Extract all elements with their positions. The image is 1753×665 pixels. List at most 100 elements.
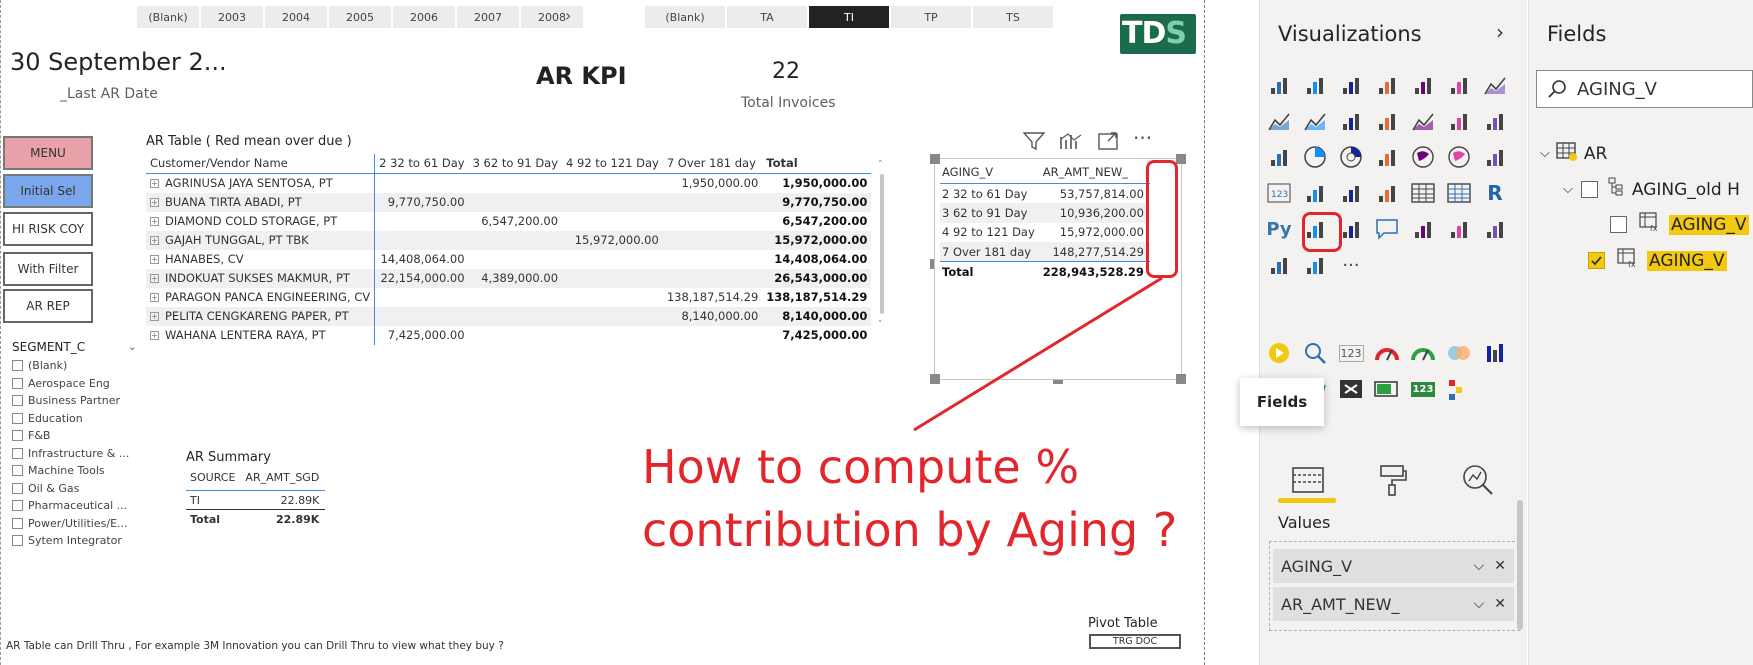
table-row[interactable]: + AGRINUSA JAYA SENTOSA, PT 1,950,000.00 1,… xyxy=(146,173,871,193)
table-icon[interactable] xyxy=(1410,180,1436,206)
tooltip-hidden-icon[interactable] xyxy=(1482,340,1508,366)
waterfall-icon[interactable] xyxy=(1446,108,1472,134)
table-row[interactable]: + HANABES, CV 14,408,064.00 14,408,064.00 xyxy=(146,249,871,269)
segment-option[interactable]: Sytem Integrator xyxy=(12,532,137,550)
fields-tab-icon[interactable] xyxy=(1278,456,1338,504)
checkbox[interactable] xyxy=(12,377,23,389)
hi-risk-coy-button[interactable]: HI RISK COY xyxy=(3,212,93,246)
table-row[interactable]: + DIAMOND COLD STORAGE, PT 6,547,200.00 6,5… xyxy=(146,211,871,231)
column-header[interactable]: AR_AMT_NEW_ xyxy=(1040,165,1150,184)
segment-chip[interactable]: (Blank) xyxy=(645,6,725,28)
get-more-visuals-icon[interactable] xyxy=(1302,252,1328,278)
checkbox[interactable] xyxy=(12,535,23,547)
analytics-magnifier-icon[interactable] xyxy=(1448,456,1508,504)
chevron-down-icon[interactable]: ⌵ xyxy=(1474,596,1485,612)
toggle-icon[interactable] xyxy=(1446,340,1472,366)
clustered-column-icon[interactable] xyxy=(1374,72,1400,98)
segment-option[interactable]: Education xyxy=(12,410,137,428)
tree-field-checked[interactable]: fx AGING_V xyxy=(1588,248,1727,273)
100-column-icon[interactable] xyxy=(1446,72,1472,98)
segment-option[interactable]: Business Partner xyxy=(12,392,137,410)
qa-icon[interactable] xyxy=(1374,216,1400,242)
power-apps-icon[interactable] xyxy=(1482,216,1508,242)
table-row[interactable]: + PARAGON PANCA ENGINEERING, CV 138,187,51… xyxy=(146,287,871,307)
expand-icon[interactable]: + xyxy=(150,255,159,264)
filled-map-icon[interactable] xyxy=(1446,144,1472,170)
donut-chart-icon[interactable] xyxy=(1338,144,1364,170)
column-header[interactable]: 3 62 to 91 Day xyxy=(468,154,563,174)
treemap-icon[interactable] xyxy=(1374,144,1400,170)
clustered-bar-icon[interactable] xyxy=(1338,72,1364,98)
battery-icon[interactable] xyxy=(1374,376,1400,402)
chevron-down-icon[interactable]: ⌵ xyxy=(1474,558,1485,574)
remove-field-icon[interactable]: ✕ xyxy=(1494,596,1506,612)
trg-doc-button[interactable]: TRG DOC xyxy=(1089,634,1181,649)
segment-chip[interactable]: TI xyxy=(809,6,889,28)
expand-icon[interactable]: + xyxy=(150,217,159,226)
scatter-icon[interactable] xyxy=(1266,144,1292,170)
column-header[interactable]: AGING_V xyxy=(940,165,1041,184)
with-filter-button[interactable]: With Filter xyxy=(3,252,93,286)
paginated-report-icon[interactable] xyxy=(1410,216,1436,242)
kpi-icon[interactable] xyxy=(1338,180,1364,206)
initial-sel-button[interactable]: Initial Sel xyxy=(3,174,93,208)
power-automate-icon[interactable] xyxy=(1266,252,1292,278)
image-grid-icon[interactable] xyxy=(1338,376,1364,402)
gauge-icon[interactable] xyxy=(1374,340,1400,366)
stacked-area-icon[interactable] xyxy=(1302,108,1328,134)
stacked-column-icon[interactable] xyxy=(1302,72,1328,98)
resize-handle[interactable] xyxy=(930,259,934,269)
year-chip[interactable]: 2005 xyxy=(329,6,391,28)
checkbox[interactable] xyxy=(12,430,23,442)
segment-option[interactable]: Infrastructure & ... xyxy=(12,445,137,463)
matrix-icon[interactable] xyxy=(1446,180,1472,206)
ar-table-visual[interactable]: AR Table ( Red mean over due ) Customer/… xyxy=(146,134,891,345)
segment-chip-slicer[interactable]: (Blank) TA TI TP TS xyxy=(645,6,1053,28)
checkbox[interactable] xyxy=(12,360,23,372)
segment-option[interactable]: Machine Tools xyxy=(12,462,137,480)
field-checkbox-checked[interactable] xyxy=(1588,252,1605,269)
card-badge-icon[interactable]: 123 xyxy=(1410,376,1436,402)
table-row[interactable]: + PELITA CENGKARENG PAPER, PT 8,140,000.00… xyxy=(146,306,872,326)
resize-handle[interactable] xyxy=(1176,154,1186,164)
map-icon[interactable] xyxy=(1410,144,1436,170)
year-chip[interactable]: 2008 xyxy=(521,6,583,28)
card-icon[interactable]: 123 xyxy=(1266,180,1292,206)
shape-map-icon[interactable] xyxy=(1482,144,1508,170)
year-chip[interactable]: 2006 xyxy=(393,6,455,28)
expand-icon[interactable]: + xyxy=(150,274,159,283)
column-header[interactable]: SOURCE xyxy=(186,471,242,491)
ar-table-scrollbar[interactable]: ˄ ˅ xyxy=(878,160,886,335)
segment-option[interactable]: (Blank) xyxy=(12,357,137,375)
segment-option[interactable]: Aerospace Eng xyxy=(12,375,137,393)
heatmap-icon[interactable] xyxy=(1446,376,1472,402)
column-header[interactable]: 2 32 to 61 Day xyxy=(374,154,469,174)
expand-icon[interactable]: + xyxy=(150,236,159,245)
checkbox[interactable] xyxy=(12,482,23,494)
table-row[interactable]: + GAJAH TUNGGAL, PT TBK 15,972,000.00 15,97… xyxy=(146,230,872,250)
slicer-icon[interactable] xyxy=(1374,180,1400,206)
checkbox[interactable] xyxy=(12,447,23,459)
year-chip[interactable]: 2007 xyxy=(457,6,519,28)
format-paint-icon[interactable] xyxy=(1363,456,1423,504)
segment-chip[interactable]: TP xyxy=(891,6,971,28)
r-visual-icon[interactable]: R xyxy=(1482,180,1508,206)
table-row[interactable]: + WAHANA LENTERA RAYA, PT 7,425,000.00 7,42… xyxy=(146,325,871,345)
expand-icon[interactable]: + xyxy=(150,312,159,321)
resize-handle[interactable] xyxy=(1176,374,1186,384)
card-123-icon[interactable]: 123 xyxy=(1338,340,1364,366)
pie-chart-icon[interactable] xyxy=(1302,144,1328,170)
year-chip[interactable]: 2003 xyxy=(201,6,263,28)
table-row[interactable]: TI 22.89K xyxy=(186,491,325,510)
value-field-ar-amt[interactable]: AR_AMT_NEW_ ⌵ ✕ xyxy=(1273,587,1514,621)
funnel-icon[interactable] xyxy=(1482,108,1508,134)
expand-icon[interactable]: + xyxy=(150,331,159,340)
year-slicer[interactable]: (Blank) 2003 2004 2005 2006 2007 2008 xyxy=(137,6,583,28)
area-chart-icon[interactable] xyxy=(1266,108,1292,134)
table-row[interactable]: + BUANA TIRTA ABADI, PT 9,770,750.00 9,770,… xyxy=(146,192,872,212)
ar-summary-visual[interactable]: AR Summary SOURCE AR_AMT_SGD TI 22.89K Tota… xyxy=(186,450,326,529)
segment-slicer[interactable]: SEGMENT_C ⌄ (Blank) Aerospace Eng Business … xyxy=(12,340,137,550)
table-row[interactable]: + INDOKUAT SUKSES MAKMUR, PT 22,154,000.00… xyxy=(146,268,872,288)
line-chart-icon[interactable] xyxy=(1482,72,1508,98)
play-axis-icon[interactable] xyxy=(1266,340,1292,366)
